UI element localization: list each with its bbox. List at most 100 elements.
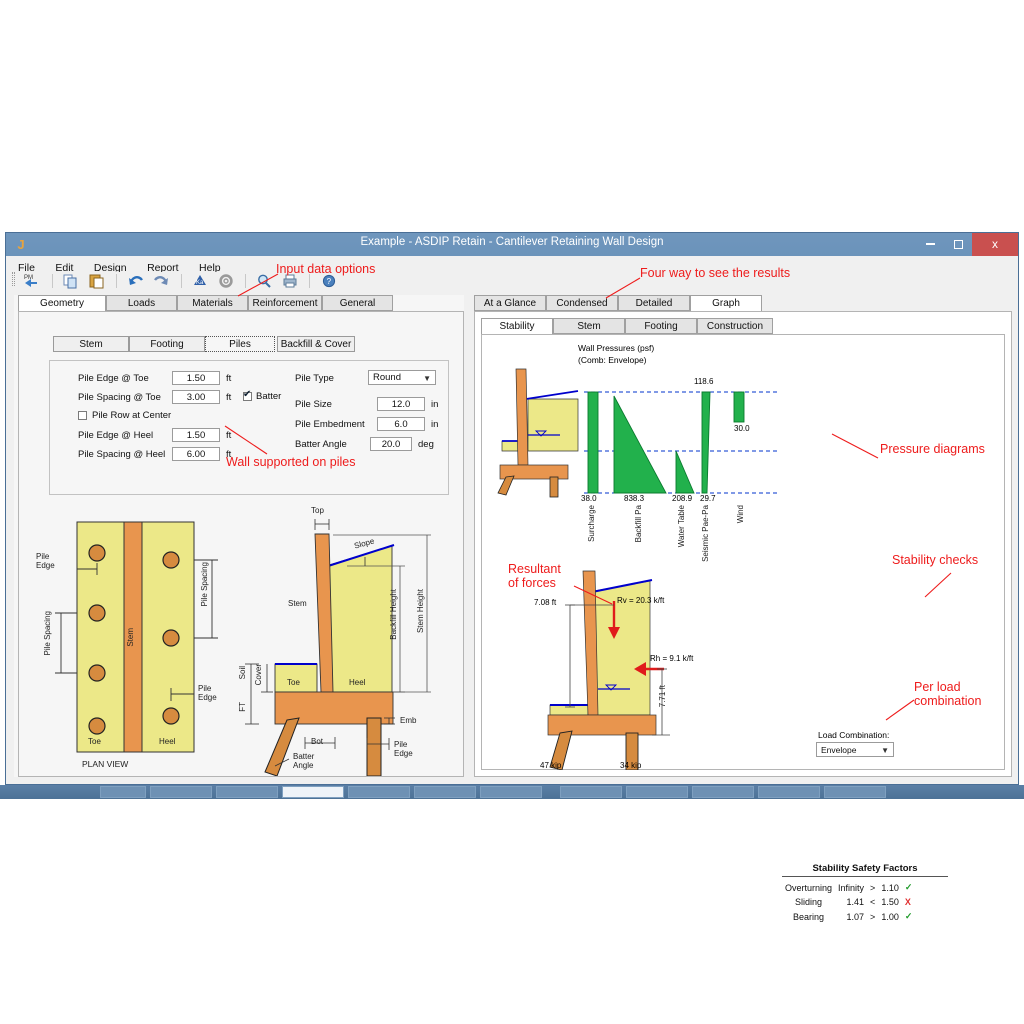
annotation-wall-supported-on-piles: Wall supported on piles	[226, 455, 356, 469]
taskbar-item[interactable]	[100, 786, 146, 798]
input-batter-angle[interactable]: 20.0	[370, 437, 412, 451]
sf-op-bearing: >	[870, 911, 876, 922]
tab-at-a-glance[interactable]: At a Glance	[474, 295, 546, 311]
chart-value-wind: 30.0	[734, 424, 750, 433]
section-label-batter-angle: Batter Angle	[293, 752, 315, 770]
tab-general[interactable]: General	[322, 295, 393, 311]
checkbox-batter[interactable]	[243, 389, 252, 401]
annotation-leader-stability-checks	[924, 572, 952, 598]
windows-taskbar[interactable]	[0, 785, 1024, 799]
title-bar[interactable]: J Example - ASDIP Retain - Cantilever Re…	[6, 233, 1018, 256]
toolbar-grip[interactable]	[12, 272, 15, 286]
chart-title: Wall Pressures (psf)	[578, 343, 655, 353]
subtab-stem[interactable]: Stem	[553, 318, 625, 334]
undo-icon[interactable]	[126, 272, 146, 290]
section-view-diagram: Top Slope Stem Toe Heel Backfill Height …	[237, 504, 463, 776]
annotation-resultant-of-forces: Resultant of forces	[508, 562, 561, 590]
resultant-rh-label: Rh = 9.1 k/ft	[650, 654, 694, 663]
chart-category-backfill-pa: Backfill Pa	[634, 505, 643, 543]
chart-category-seismic: Seismic Pae-Pa	[701, 505, 710, 562]
chart-value-backfill: 838.3	[624, 494, 645, 503]
results-tab-strip: At a Glance Condensed Detailed Graph	[474, 295, 1012, 312]
input-pile-edge-heel[interactable]: 1.50	[172, 428, 220, 442]
paste-icon[interactable]	[87, 272, 107, 290]
annotation-per-load-combination: Per load combination	[914, 680, 982, 708]
subtab-construction[interactable]: Construction	[697, 318, 773, 334]
section-button-backfill-cover[interactable]: Backfill & Cover	[277, 336, 355, 352]
sf-name-overturning: Overturning	[785, 882, 833, 893]
geometry-tab-content: Stem Footing Piles Backfill & Cover Pile…	[18, 311, 464, 777]
section-label-heel: Heel	[349, 678, 366, 687]
toolbar-separator	[309, 274, 311, 288]
section-label-bot: Bot	[311, 737, 324, 746]
toolbar-separator	[116, 274, 118, 288]
svg-text:Ka: Ka	[196, 280, 204, 286]
wall-pressure-diagram: 118.6 38.0 838.3 208.9 29.7 30.0 Surchar…	[488, 363, 788, 562]
select-pile-type[interactable]: Round ▼	[368, 370, 436, 385]
taskbar-item[interactable]	[480, 786, 542, 798]
table-row: Bearing 1.07 > 1.00 ✓	[782, 909, 915, 924]
plan-label-pile-edge-toe: Pile Edge	[36, 552, 55, 570]
plan-label-pile-spacing-heel: Pile Spacing	[200, 562, 209, 607]
design-ka-icon[interactable]: Ka	[190, 272, 210, 290]
input-pile-spacing-heel[interactable]: 6.00	[172, 447, 220, 461]
plan-label-stem: Stem	[126, 628, 135, 647]
sf-name-sliding: Sliding	[795, 897, 823, 907]
tab-geometry[interactable]: Geometry	[18, 295, 106, 312]
input-panel: Geometry Loads Materials Reinforcement G…	[14, 295, 464, 777]
label-pile-edge-heel: Pile Edge @ Heel	[78, 430, 154, 441]
tab-graph[interactable]: Graph	[690, 295, 762, 312]
sf-limit-bearing: 1.00	[881, 911, 899, 922]
section-button-footing[interactable]: Footing	[129, 336, 205, 352]
stability-safety-factors-table: Stability Safety Factors Overturning Inf…	[782, 863, 948, 924]
input-pile-edge-toe[interactable]: 1.50	[172, 371, 220, 385]
section-label-top: Top	[311, 506, 324, 515]
annotation-leader-input-data-options	[237, 273, 279, 297]
label-pile-type: Pile Type	[295, 373, 334, 384]
input-pile-spacing-toe[interactable]: 3.00	[172, 390, 220, 404]
tab-loads[interactable]: Loads	[106, 295, 177, 311]
section-button-stem[interactable]: Stem	[53, 336, 129, 352]
input-pile-embedment[interactable]: 6.0	[377, 417, 425, 431]
checkbox-pile-row-at-center[interactable]	[78, 411, 87, 420]
chevron-down-icon: ▼	[423, 374, 431, 383]
application-window: J Example - ASDIP Retain - Cantilever Re…	[5, 232, 1019, 922]
settings-gear-icon[interactable]	[216, 272, 236, 290]
svg-text:?: ?	[326, 277, 331, 286]
taskbar-item[interactable]	[216, 786, 278, 798]
taskbar-item[interactable]	[282, 786, 344, 798]
copy-icon[interactable]	[61, 272, 81, 290]
chart-value-water: 208.9	[672, 494, 693, 503]
taskbar-item[interactable]	[626, 786, 688, 798]
sf-op-sliding: <	[870, 897, 876, 907]
maximize-button[interactable]	[944, 233, 972, 256]
stability-rows: Overturning Infinity > 1.10 ✓ Sliding 1.…	[782, 880, 915, 924]
unit-pile-edge-toe: ft	[226, 373, 232, 384]
section-label-cover: Cover	[254, 664, 263, 686]
annotation-leader-wall-supported-on-piles	[224, 425, 268, 455]
subtab-footing[interactable]: Footing	[625, 318, 697, 334]
section-button-piles[interactable]: Piles	[205, 336, 275, 352]
taskbar-item[interactable]	[692, 786, 754, 798]
label-pile-spacing-toe: Pile Spacing @ Toe	[78, 392, 161, 403]
taskbar-item[interactable]	[414, 786, 476, 798]
taskbar-item[interactable]	[824, 786, 886, 798]
taskbar-item[interactable]	[150, 786, 212, 798]
sf-op-overturning: >	[870, 882, 876, 893]
svg-text:PM: PM	[24, 275, 33, 281]
input-pile-size[interactable]: 12.0	[377, 397, 425, 411]
toolbar-separator	[51, 274, 53, 288]
taskbar-item[interactable]	[348, 786, 410, 798]
redo-icon[interactable]	[151, 272, 171, 290]
close-button[interactable]: x	[972, 233, 1018, 256]
minimize-icon	[925, 243, 935, 246]
project-manager-back-icon[interactable]: PM	[22, 272, 42, 290]
label-pile-size: Pile Size	[295, 399, 332, 410]
minimize-button[interactable]	[916, 233, 944, 256]
select-load-combination[interactable]: Envelope ▼	[816, 742, 894, 757]
label-batter: Batter	[256, 391, 282, 402]
taskbar-item[interactable]	[758, 786, 820, 798]
taskbar-item[interactable]	[560, 786, 622, 798]
unit-batter-angle: deg	[418, 439, 434, 450]
subtab-stability[interactable]: Stability	[481, 318, 553, 335]
